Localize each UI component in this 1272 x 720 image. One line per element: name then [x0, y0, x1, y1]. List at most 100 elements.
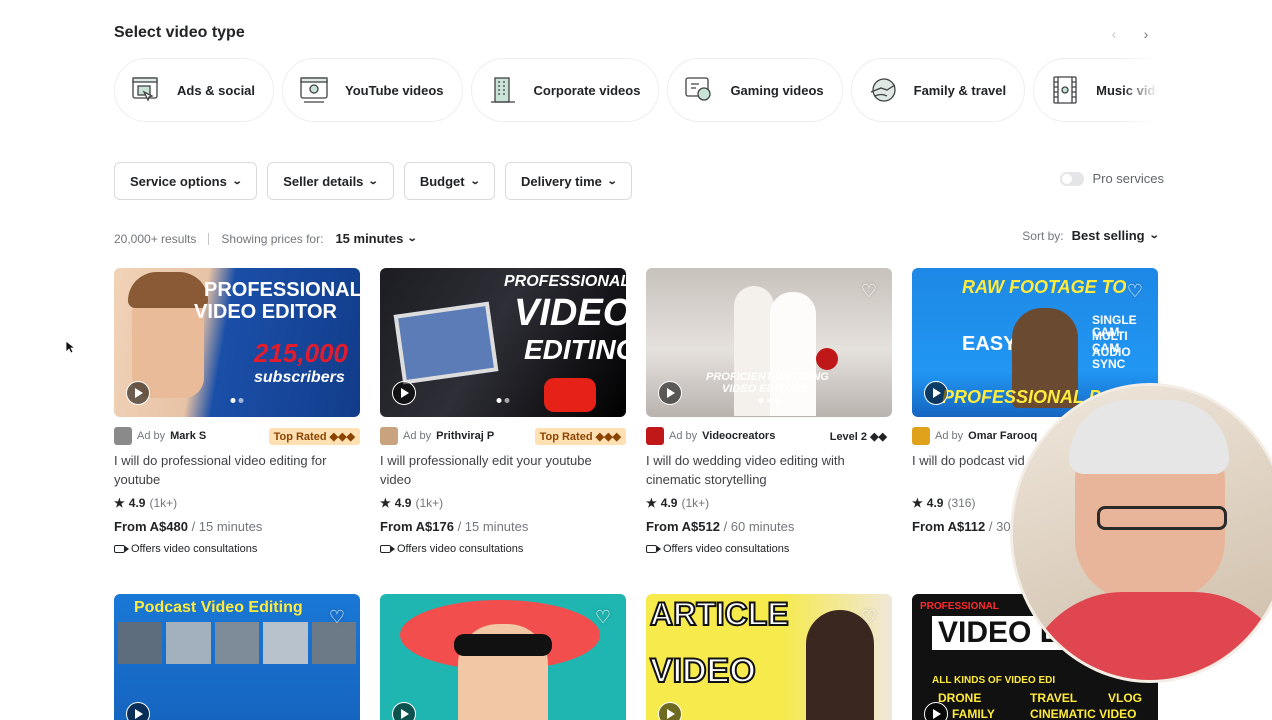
youtube-logo-icon — [544, 378, 596, 412]
chevron-down-icon: ⌄ — [1148, 230, 1160, 241]
gig-thumbnail[interactable]: PROFESSIONAL VIDEO EDITING — [380, 268, 626, 417]
price-value: From A$480 — [114, 519, 188, 534]
carousel-dots — [496, 398, 510, 403]
filter-service-options[interactable]: Service options ⌄ — [114, 162, 258, 200]
gig-title[interactable]: I will professionally edit your youtube … — [380, 451, 626, 489]
carousel-prev-button[interactable]: ‹ — [1104, 26, 1124, 42]
thumb-text: DRONE — [938, 691, 982, 705]
price-unit: / 15 minutes — [457, 519, 529, 534]
gig-thumbnail[interactable]: PROFICIENT WEDDING VIDEO EDITORS ♡ — [646, 268, 892, 417]
sort-dropdown[interactable]: Best selling ⌄ — [1072, 228, 1160, 243]
gig-thumbnail[interactable]: ARTICLE VIDEO ♡ — [646, 594, 892, 720]
filter-budget[interactable]: Budget ⌄ — [403, 162, 495, 200]
ads-social-icon — [129, 73, 163, 107]
price-unit: / 60 minutes — [723, 519, 795, 534]
family-travel-icon — [866, 73, 900, 107]
gig-price: From A$480 / 15 minutes — [114, 519, 360, 534]
review-count: (1k+) — [681, 496, 710, 510]
price-mode-dropdown[interactable]: 15 minutes ⌄ — [335, 231, 418, 246]
heart-icon[interactable]: ♡ — [858, 606, 880, 628]
play-icon[interactable] — [126, 702, 150, 720]
thumb-text: VIDEO — [649, 652, 757, 690]
thumb-text: ARTICLE — [649, 596, 790, 632]
ad-label: Ad by — [935, 430, 964, 442]
gig-title[interactable]: I will do wedding video editing with cin… — [646, 451, 892, 489]
star-icon: ★ — [646, 496, 657, 510]
heart-icon[interactable]: ♡ — [858, 280, 880, 302]
gig-card[interactable]: PROFESSIONAL VIDEO EDITING Ad by Prithvi… — [380, 268, 626, 555]
avatar[interactable] — [114, 427, 132, 445]
gig-card[interactable]: Podcast Video Editing ♡ — [114, 594, 360, 720]
results-count: 20,000+ results — [114, 231, 197, 246]
heart-icon[interactable]: ♡ — [592, 606, 614, 628]
play-icon[interactable] — [392, 702, 416, 720]
seller-name[interactable]: Prithviraj P — [436, 430, 494, 442]
chevron-down-icon: ⌄ — [231, 175, 243, 187]
rating-value: 4.9 — [926, 496, 944, 510]
video-type-label: Corporate videos — [533, 82, 641, 98]
pro-services-toggle[interactable]: Pro services — [1060, 171, 1164, 186]
gig-card[interactable]: ♡ — [380, 594, 626, 720]
video-camera-icon — [646, 545, 661, 553]
avatar[interactable] — [646, 427, 664, 445]
play-icon[interactable] — [658, 381, 682, 405]
video-type-corporate[interactable]: Corporate videos — [470, 58, 660, 122]
heart-icon[interactable]: ♡ — [326, 606, 348, 628]
star-icon: ★ — [114, 496, 125, 510]
seller-level-badge: Level 2 ◆◆ — [829, 430, 887, 443]
price-value: From A$112 — [912, 519, 986, 534]
avatar[interactable] — [912, 427, 930, 445]
gig-rating: ★ 4.9 (1k+) — [380, 496, 626, 510]
gig-thumbnail[interactable]: ♡ — [380, 594, 626, 720]
video-type-family-travel[interactable]: Family & travel — [850, 58, 1026, 122]
carousel-dots — [230, 398, 244, 403]
rating-value: 4.9 — [128, 496, 146, 510]
play-icon[interactable] — [924, 702, 948, 720]
filter-delivery-time[interactable]: Delivery time ⌄ — [504, 162, 633, 200]
consultation-note: Offers video consultations — [646, 543, 892, 555]
star-icon: ★ — [380, 496, 391, 510]
thumb-text: VIDEO EDITOR — [194, 301, 337, 323]
seller-name[interactable]: Mark S — [170, 430, 206, 442]
filter-seller-details[interactable]: Seller details ⌄ — [267, 162, 394, 200]
section-title: Select video type — [114, 24, 245, 41]
play-icon[interactable] — [924, 381, 948, 405]
review-count: (316) — [947, 496, 976, 510]
gig-rating: ★ 4.9 (1k+) — [646, 496, 892, 510]
thumb-text: CINEMATIC VIDEO — [1030, 707, 1137, 720]
video-type-youtube[interactable]: YouTube videos — [282, 58, 463, 122]
ad-label: Ad by — [137, 430, 166, 442]
gig-thumbnail[interactable]: Podcast Video Editing ♡ — [114, 594, 360, 720]
carousel-next-button[interactable]: › — [1136, 26, 1156, 42]
thumb-text: RAW FOOTAGE TO — [962, 277, 1127, 297]
play-icon[interactable] — [392, 381, 416, 405]
seller-line: Ad by Mark S Top Rated ◆◆◆ — [114, 427, 360, 445]
thumb-text: PROFESSIONAL — [204, 279, 360, 301]
thumb-text: subscribers — [254, 369, 345, 386]
video-type-ads-social[interactable]: Ads & social — [114, 58, 275, 122]
play-icon[interactable] — [126, 381, 150, 405]
consultation-note: Offers video consultations — [380, 543, 626, 555]
video-type-gaming[interactable]: Gaming videos — [667, 58, 843, 122]
play-icon[interactable] — [658, 702, 682, 720]
thumb-text: VIDEO — [514, 292, 626, 334]
chevron-down-icon: ⌄ — [606, 175, 618, 187]
gig-card[interactable]: PROFESSIONAL VIDEO EDITOR 215,000 subscr… — [114, 268, 360, 555]
gig-thumbnail[interactable]: PROFESSIONAL VIDEO EDITOR 215,000 subscr… — [114, 268, 360, 417]
ad-label: Ad by — [403, 430, 432, 442]
thumb-text: PROFESSIONAL — [504, 273, 626, 290]
toggle-switch[interactable] — [1060, 171, 1085, 186]
gig-title[interactable]: I will do professional video editing for… — [114, 451, 360, 489]
review-count: (1k+) — [149, 496, 178, 510]
video-type-label: Ads & social — [177, 82, 256, 98]
gig-card[interactable]: ARTICLE VIDEO ♡ — [646, 594, 892, 720]
seller-name[interactable]: Videocreators — [702, 430, 775, 442]
showing-prices-label: Showing prices for: — [221, 231, 324, 246]
gig-card[interactable]: PROFICIENT WEDDING VIDEO EDITORS ♡ Ad by… — [646, 268, 892, 555]
consultation-label: Offers video consultations — [663, 543, 790, 555]
thumb-text: EASY — [962, 333, 1017, 355]
consultation-label: Offers video consultations — [131, 543, 258, 555]
star-icon: ★ — [912, 496, 923, 510]
heart-icon[interactable]: ♡ — [1124, 280, 1146, 302]
avatar[interactable] — [380, 427, 398, 445]
